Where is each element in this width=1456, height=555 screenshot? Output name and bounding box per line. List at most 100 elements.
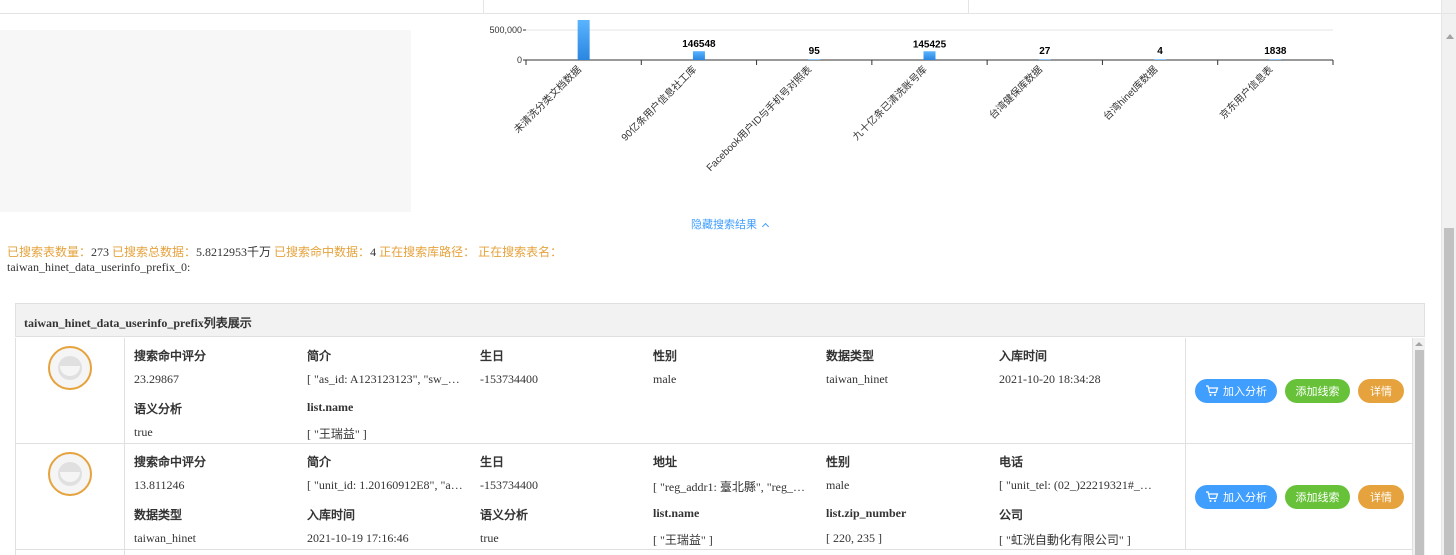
field-value: 2021-10-20 18:34:28 xyxy=(999,372,1101,386)
avatar xyxy=(48,452,92,496)
field-value: 13.811246 xyxy=(134,478,185,492)
bar xyxy=(577,20,590,60)
field-value: male xyxy=(653,372,677,386)
total-data-value: 5.8212953千万 xyxy=(196,245,272,259)
field-value: -153734400 xyxy=(480,372,538,386)
field-label: 搜索命中评分 xyxy=(134,455,207,469)
field-value: 23.29867 xyxy=(134,372,179,386)
bar xyxy=(692,51,705,60)
result-panel-title: taiwan_hinet_data_userinfo_prefix列表展示 xyxy=(15,303,1425,337)
data-label: 27 xyxy=(1039,46,1051,57)
avatar-cell xyxy=(16,444,125,550)
field-value: [ "unit_id: 1.20160912E8", "as_id: A1231… xyxy=(307,478,464,492)
data-label: 145425 xyxy=(913,39,947,50)
field-label: 语义分析 xyxy=(134,402,183,416)
data-label: 4 xyxy=(1157,46,1163,57)
search-table-label: 正在搜索表名： xyxy=(478,245,563,259)
add-clue-button[interactable]: 添加线索 xyxy=(1285,485,1350,509)
hits-label: 已搜索命中数据： xyxy=(274,245,371,259)
category-label: 九十亿条已清洗账号库 xyxy=(850,63,930,143)
field-value: [ 220, 235 ] xyxy=(826,531,882,545)
field-value: 2021-10-19 17:16:46 xyxy=(307,531,409,545)
add-clue-button[interactable]: 添加线索 xyxy=(1285,379,1350,403)
avatar xyxy=(48,346,92,390)
field-value: [ "王瑞益" ] xyxy=(307,427,367,441)
field-value: [ "虹洸自動化有限公司" ] xyxy=(999,533,1131,547)
field-value: [ "reg_addr1: 臺北縣", "reg_addr2: 新莊市" ] xyxy=(653,480,810,494)
field-label: 入库时间 xyxy=(307,508,356,522)
chevron-up-icon xyxy=(761,222,770,231)
add-to-analysis-button[interactable]: 加入分析 xyxy=(1195,379,1277,403)
field-label: 公司 xyxy=(999,508,1024,522)
field-value: true xyxy=(480,531,499,545)
action-cell: 加入分析 添加线索 详情 xyxy=(1185,338,1413,444)
bar xyxy=(1038,59,1051,60)
category-label: 台湾hinet库数据 xyxy=(1100,63,1160,123)
field-label: 性别 xyxy=(653,349,678,363)
field-value: taiwan_hinet xyxy=(134,531,196,545)
total-data-label: 已搜索总数据： xyxy=(112,245,197,259)
result-list-scrollbar[interactable] xyxy=(1412,338,1425,555)
bar-chart: 0 500,000 未清洗分类文档数据 146548 90亿条用户信息社工库 95 Face… xyxy=(489,20,1334,174)
field-label: 生日 xyxy=(480,349,505,363)
data-label: 1838 xyxy=(1264,46,1287,57)
category-label: 台湾健保库数据 xyxy=(986,63,1045,122)
left-chart-panel xyxy=(0,30,411,212)
avatar-cell xyxy=(16,550,125,555)
search-path-label: 正在搜索库路径： xyxy=(379,245,476,259)
field-label: 生日 xyxy=(480,455,505,469)
field-label: 数据类型 xyxy=(826,349,875,363)
bar xyxy=(1269,59,1282,60)
field-value: [ "王瑞益" ] xyxy=(653,533,713,547)
y-tick-label: 0 xyxy=(517,55,522,65)
scrollbar-top-divider xyxy=(1442,0,1456,14)
field-value: true xyxy=(134,425,153,439)
result-list-scrollbar-thumb[interactable] xyxy=(1415,350,1424,555)
hide-results-label: 隐藏搜索结果 xyxy=(691,219,757,231)
add-to-analysis-button[interactable]: 加入分析 xyxy=(1195,485,1277,509)
field-value: [ "as_id: A123123123", "sw_bran_type: 01… xyxy=(307,372,464,386)
search-stats: 已搜索表数量：273 已搜索总数据：5.8212953千万 已搜索命中数据：4 … xyxy=(7,243,562,260)
detail-button[interactable]: 详情 xyxy=(1358,379,1404,403)
add-to-analysis-label: 加入分析 xyxy=(1223,492,1267,504)
category-label: Facebook用户ID与手机号对照表 xyxy=(703,63,814,174)
avatar-cell xyxy=(16,338,125,444)
card-divider xyxy=(483,0,484,14)
cart-icon xyxy=(1206,491,1219,502)
field-label: 性别 xyxy=(826,455,851,469)
category-label: 京东用户信息表 xyxy=(1217,63,1276,122)
detail-button[interactable]: 详情 xyxy=(1358,485,1404,509)
field-label: list.zip_number xyxy=(826,506,907,520)
category-label: 未清洗分类文档数据 xyxy=(511,63,584,136)
page-scrollbar-thumb[interactable] xyxy=(1444,228,1454,555)
field-label: 入库时间 xyxy=(999,349,1048,363)
field-label: 语义分析 xyxy=(480,508,529,522)
field-label: 搜索命中评分 xyxy=(134,349,207,363)
field-label: 数据类型 xyxy=(134,508,183,522)
field-label: list.name xyxy=(653,506,700,520)
field-value: -153734400 xyxy=(480,478,538,492)
field-label: list.name xyxy=(307,400,354,414)
top-card-strip xyxy=(0,0,1441,14)
hits-value: 4 xyxy=(370,245,377,259)
action-cell: 加入分析 添加线索 详情 xyxy=(1185,444,1413,550)
field-value: male xyxy=(826,478,850,492)
page-scrollbar[interactable] xyxy=(1441,0,1456,555)
bar xyxy=(1154,59,1167,60)
field-label: 电话 xyxy=(999,455,1024,469)
data-label: 95 xyxy=(809,46,821,57)
table-count-value: 273 xyxy=(91,245,110,259)
bar xyxy=(923,51,936,60)
hide-results-link[interactable]: 隐藏搜索结果 xyxy=(691,216,770,232)
field-label: 简介 xyxy=(307,455,332,469)
table-count-label: 已搜索表数量： xyxy=(7,245,92,259)
result-row xyxy=(16,550,1413,555)
card-divider xyxy=(968,0,969,14)
field-value: taiwan_hinet xyxy=(826,372,888,386)
cart-icon xyxy=(1206,385,1219,396)
category-label: 90亿条用户信息社工库 xyxy=(618,63,699,144)
y-tick-label: 500,000 xyxy=(489,25,522,35)
scroll-up-arrow-icon[interactable] xyxy=(1446,34,1454,39)
scroll-up-arrow-icon[interactable] xyxy=(1415,342,1423,346)
current-table-name: taiwan_hinet_data_userinfo_prefix_0: xyxy=(7,260,191,274)
